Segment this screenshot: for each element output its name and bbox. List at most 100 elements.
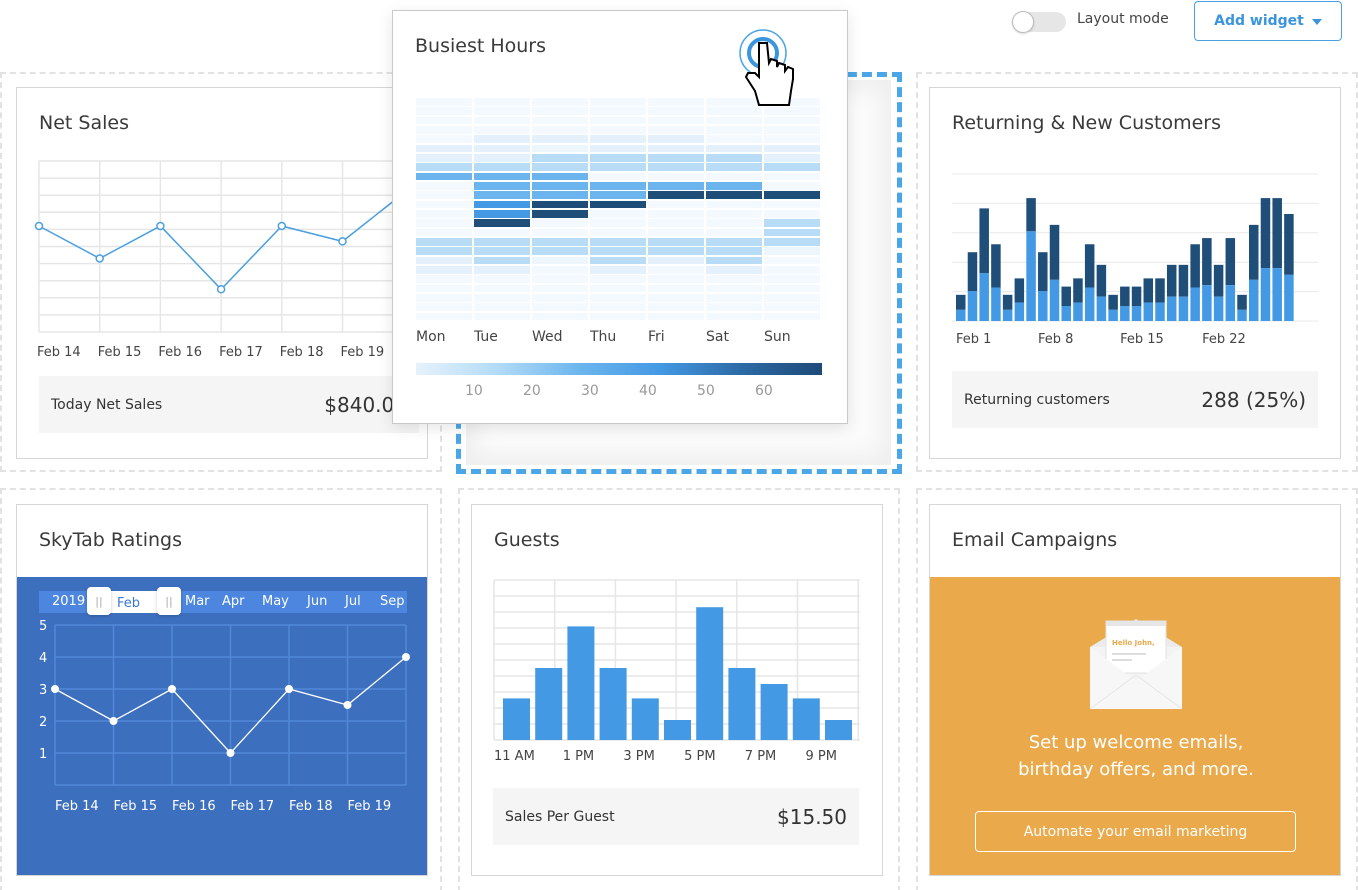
heatmap-cell xyxy=(474,200,530,209)
heatmap-cell xyxy=(590,107,646,116)
bar-new xyxy=(1073,302,1083,321)
busiest-hours-widget[interactable]: Busiest Hours Mon Tue Wed Thu Fri Sat Sun 10 20… xyxy=(392,10,848,424)
bar-new xyxy=(1166,296,1177,321)
heatmap-cell xyxy=(648,294,704,302)
guests-bar xyxy=(599,668,627,740)
email-campaigns-widget[interactable]: Email Campaigns Hello John, Set up welco… xyxy=(929,504,1341,876)
heatmap-cell xyxy=(416,275,472,284)
selected-month: Feb xyxy=(117,596,141,611)
month-jul[interactable]: Jul xyxy=(345,594,361,609)
bar-returning xyxy=(1002,294,1013,310)
heatmap-cell xyxy=(706,172,762,181)
heatmap-cell xyxy=(474,219,530,228)
heatmap-cell xyxy=(648,163,704,172)
bar-returning xyxy=(1084,244,1095,288)
heatmap-cell xyxy=(648,191,704,200)
heatmap-cell xyxy=(648,303,704,312)
month-jun[interactable]: Jun xyxy=(307,594,327,609)
heatmap-cell xyxy=(532,210,588,218)
guests-chart: 11 AM 1 PM 3 PM 5 PM 7 PM 9 PM xyxy=(493,579,860,764)
widget-title: Email Campaigns xyxy=(952,529,1118,551)
heatmap-cell xyxy=(706,144,762,153)
month-sep[interactable]: Sep xyxy=(380,594,405,609)
net-sales-widget[interactable]: Net Sales Feb 14 Feb 15 Feb 16 Feb 17 Feb 18… xyxy=(16,87,428,459)
colorbar-tick: 60 xyxy=(755,383,773,399)
heatmap-cell xyxy=(706,163,762,172)
layout-mode-toggle[interactable] xyxy=(1012,11,1066,33)
data-point xyxy=(402,653,410,661)
heatmap-cell xyxy=(416,98,472,106)
heatmap-cell xyxy=(474,172,530,181)
net-sales-stat: Today Net Sales $840.00 xyxy=(39,376,419,433)
heatmap-cell xyxy=(416,154,472,162)
heatmap-cell xyxy=(474,182,530,190)
heatmap-cell xyxy=(590,163,646,172)
bar-new xyxy=(967,291,978,321)
bar-returning xyxy=(956,294,966,310)
y-tick-label: 4 xyxy=(39,651,47,666)
heatmap-cell xyxy=(648,247,704,256)
bar-new xyxy=(979,273,989,321)
month-may[interactable]: May xyxy=(262,594,289,609)
month-mar[interactable]: Mar xyxy=(185,594,210,609)
stat-value: 288 (25%) xyxy=(1201,387,1306,412)
ratings-chart: 1 2 3 4 5 Feb 14 Feb 15 Feb 16 Feb 17 Feb 18 Feb 1… xyxy=(39,619,410,814)
heatmap-cell xyxy=(474,303,530,312)
range-handle-right[interactable]: || xyxy=(157,587,181,615)
heatmap-cell xyxy=(764,312,820,321)
heatmap-cell xyxy=(764,135,820,144)
heatmap-cell xyxy=(474,126,530,134)
heatmap-cell xyxy=(590,228,646,237)
ratings-widget[interactable]: SkyTab Ratings 2019 Mar Apr May Jun Jul … xyxy=(16,504,428,876)
heatmap-cell xyxy=(416,144,472,153)
heatmap-cell xyxy=(706,294,762,302)
heatmap-cell xyxy=(764,284,820,293)
heatmap-cell xyxy=(532,154,588,162)
heatmap-cell xyxy=(474,238,530,246)
returning-customers-widget[interactable]: Returning & New Customers Feb 1 Feb 8 Feb … xyxy=(929,87,1341,459)
guests-bar xyxy=(792,698,820,740)
heatmap-cell xyxy=(590,294,646,302)
x-tick-label: Feb 17 xyxy=(219,345,263,360)
heatmap-cell xyxy=(764,238,820,246)
heatmap-cell xyxy=(706,312,762,321)
guests-bar xyxy=(696,607,724,740)
heatmap-cell xyxy=(474,154,530,162)
bar-returning xyxy=(1038,252,1048,292)
heatmap-cell xyxy=(474,107,530,116)
bar-new xyxy=(1284,274,1294,321)
guests-widget[interactable]: Guests 11 AM 1 PM 3 PM 5 PM 7 PM 9 PM Sales P… xyxy=(471,504,883,876)
heatmap-cell xyxy=(590,284,646,293)
y-tick-label: 2 xyxy=(39,715,47,730)
data-point xyxy=(156,221,165,231)
heatmap-cell xyxy=(648,284,704,293)
bar-new xyxy=(1178,296,1189,321)
x-tick-label: Feb 1 xyxy=(956,332,991,347)
heatmap-cell xyxy=(416,116,472,125)
heatmap-cell xyxy=(590,172,646,181)
add-widget-button[interactable]: Add widget xyxy=(1194,1,1342,41)
month-apr[interactable]: Apr xyxy=(222,594,245,609)
heatmap-cell xyxy=(590,247,646,256)
heatmap-cell xyxy=(532,219,588,228)
heatmap-cell xyxy=(706,247,762,256)
bar-returning xyxy=(1178,264,1189,297)
bar-new xyxy=(1155,302,1165,321)
heatmap-cell xyxy=(648,182,704,190)
x-tick-label: Feb 15 xyxy=(114,799,158,814)
x-tick-label: 11 AM xyxy=(494,749,535,764)
heatmap-cell xyxy=(648,107,704,116)
drag-cursor-icon xyxy=(739,29,794,106)
heatmap-cell xyxy=(764,172,820,181)
heatmap-cell xyxy=(416,135,472,144)
heatmap-cell xyxy=(764,163,820,172)
heatmap-cell xyxy=(474,210,530,218)
heatmap-cell xyxy=(416,266,472,274)
data-point xyxy=(277,221,287,231)
range-handle-left[interactable]: || xyxy=(87,587,111,615)
bar-returning xyxy=(1155,278,1165,303)
heatmap-cell xyxy=(532,294,588,302)
heatmap-cell xyxy=(764,294,820,302)
guests-bar xyxy=(760,684,788,740)
automate-email-button[interactable]: Automate your email marketing xyxy=(975,811,1296,852)
